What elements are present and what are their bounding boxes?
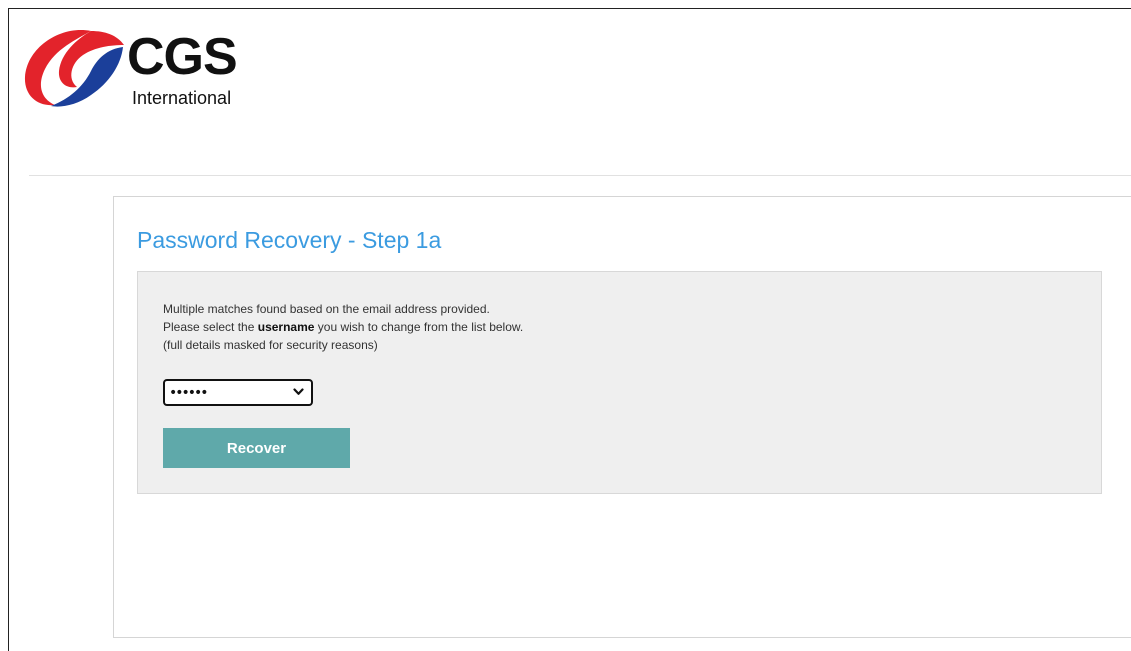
brand-subtitle: International (132, 88, 232, 108)
message-line-2: Please select the username you wish to c… (163, 318, 523, 336)
page-title: Password Recovery - Step 1a (137, 227, 442, 253)
recovery-panel: Multiple matches found based on the emai… (137, 271, 1102, 494)
brand-name: CGS (127, 28, 238, 86)
header: CGS International (9, 9, 1131, 167)
message-line-1: Multiple matches found based on the emai… (163, 302, 490, 316)
recovery-card: Password Recovery - Step 1a Multiple mat… (113, 196, 1131, 638)
brand-logo[interactable]: CGS International (21, 27, 281, 127)
message-line-2-start: Please select the (163, 320, 258, 334)
page-frame: CGS International Password Recovery - St… (8, 8, 1131, 651)
message-line-2-end: you wish to change from the list below. (314, 320, 524, 334)
chevron-down-icon (293, 388, 304, 395)
message-line-3: (full details masked for security reason… (163, 338, 378, 352)
recovery-message: Multiple matches found based on the emai… (163, 300, 523, 354)
header-divider (29, 175, 1131, 176)
message-username-emphasis: username (257, 320, 315, 334)
cgs-swirl-logo-icon (24, 30, 124, 107)
recover-button[interactable]: Recover (163, 428, 350, 468)
username-select[interactable]: •••••• (163, 379, 313, 406)
username-select-value: •••••• (169, 385, 209, 401)
